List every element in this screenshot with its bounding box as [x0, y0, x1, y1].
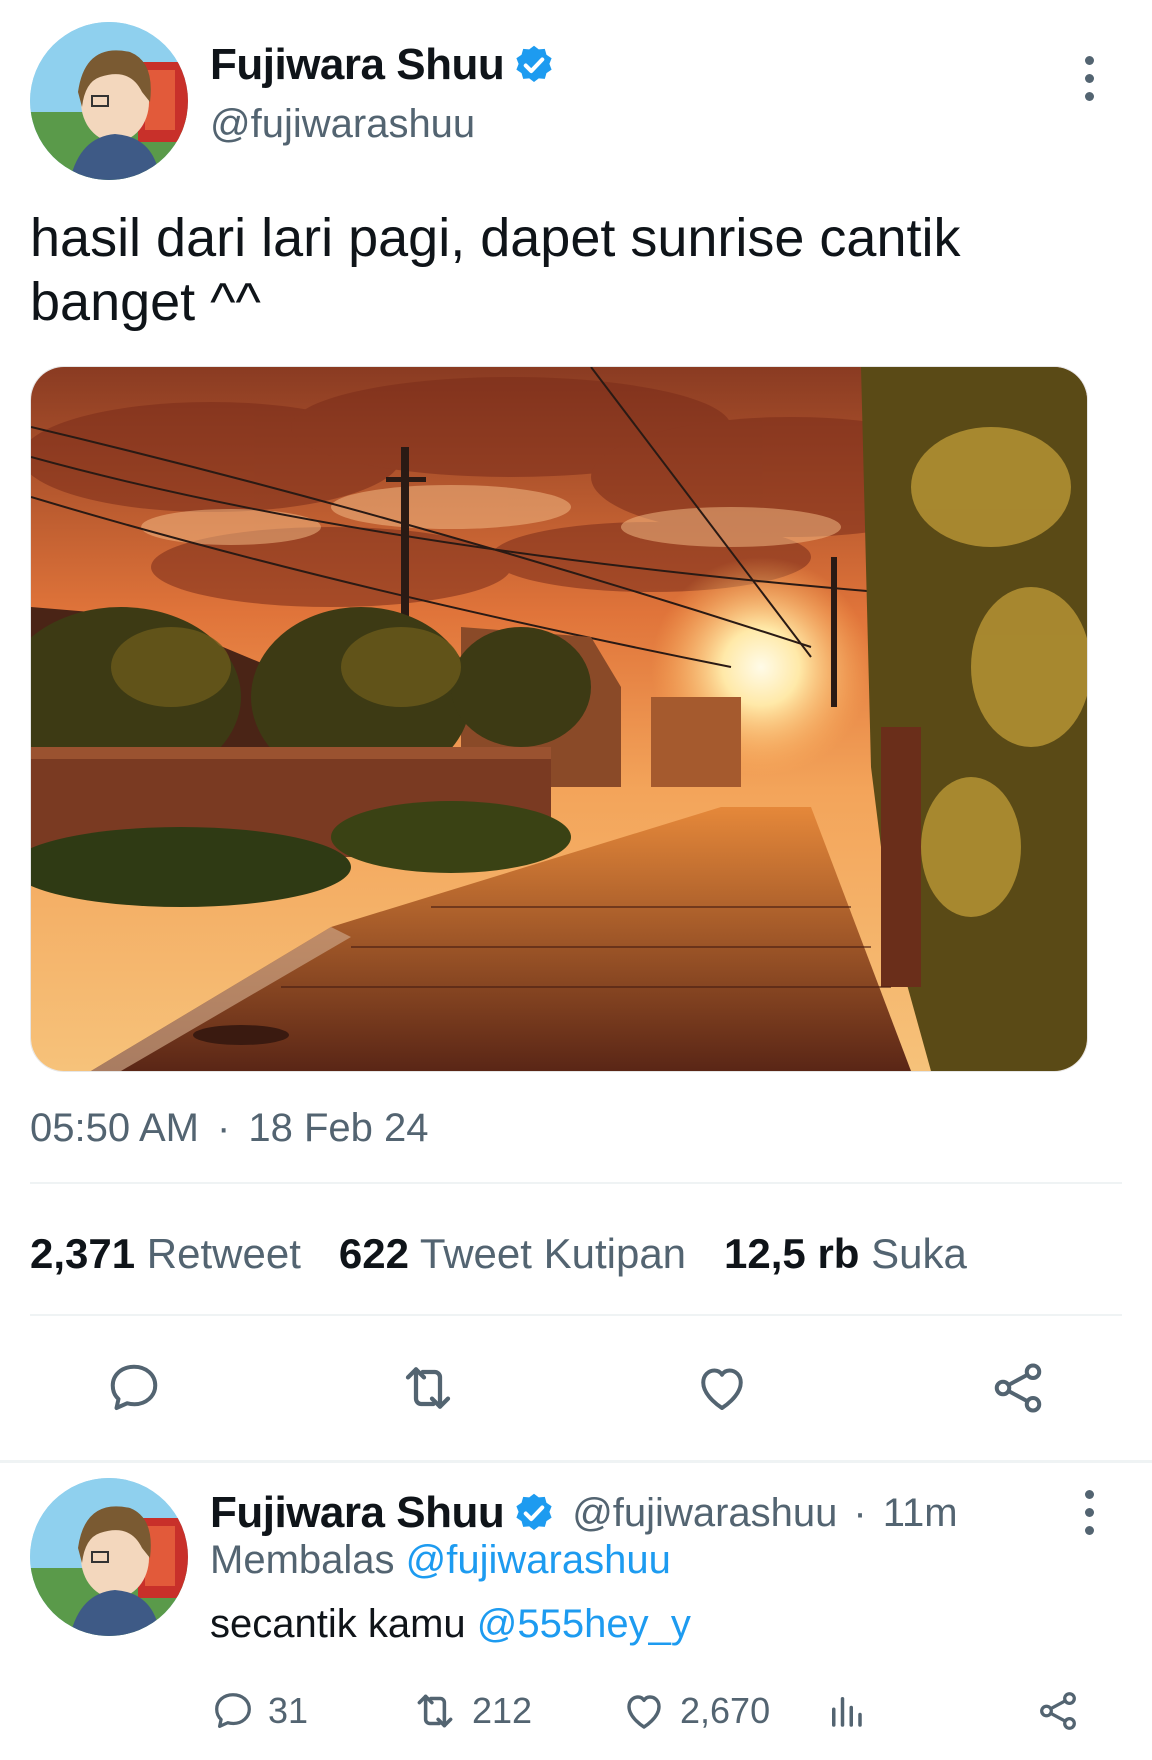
views-icon	[832, 1697, 862, 1727]
retweets-count: 2,371	[30, 1230, 136, 1277]
tweet-photo[interactable]	[30, 366, 1088, 1072]
reply-replies[interactable]: 31	[210, 1688, 410, 1734]
sunrise-street-photo	[31, 367, 1087, 1071]
likes-count: 12,5 rb	[724, 1230, 860, 1277]
tweet-text: hasil dari lari pagi, dapet sunrise cant…	[30, 208, 961, 332]
like-icon[interactable]	[690, 1356, 754, 1420]
tweet-stats: 2,371 Retweet 622 Tweet Kutipan 12,5 rb …	[30, 1230, 967, 1278]
retweet-icon	[417, 1694, 453, 1728]
tweet-time: 05:50 AM	[30, 1106, 200, 1150]
retweets-stat[interactable]: 2,371 Retweet	[30, 1230, 301, 1278]
quotes-count: 622	[338, 1230, 409, 1277]
avatar-illustration	[30, 1478, 188, 1636]
likes-stat[interactable]: 12,5 rb Suka	[724, 1230, 967, 1278]
more-options-icon[interactable]	[1082, 1490, 1096, 1535]
divider	[30, 1314, 1122, 1316]
tweet-date: 18 Feb 24	[248, 1106, 429, 1150]
reply-body: secantik kamu	[210, 1602, 466, 1646]
meta-separator: ·	[853, 1490, 867, 1535]
reply-action-bar: 31 212 2,670	[210, 1686, 1081, 1736]
reply-retweets-count: 212	[472, 1690, 533, 1731]
tweet-timestamp[interactable]: 05:50 AM · 18 Feb 24	[30, 1106, 428, 1151]
mention-link[interactable]: @555hey_y	[477, 1602, 691, 1646]
author-name[interactable]: Fujiwara Shuu	[210, 40, 505, 90]
reply-author-handle[interactable]: @fujiwarashuu	[572, 1491, 837, 1536]
reply-time-ago[interactable]: 11m	[883, 1491, 958, 1536]
replying-to-link[interactable]: @fujiwarashuu	[406, 1538, 671, 1582]
divider	[30, 1182, 1122, 1184]
author-handle[interactable]: @fujiwarashuu	[210, 102, 556, 147]
reply-views[interactable]	[825, 1690, 1035, 1732]
avatar-illustration	[30, 22, 188, 180]
verified-badge-icon	[516, 1493, 552, 1531]
quotes-stat[interactable]: 622 Tweet Kutipan	[339, 1230, 686, 1278]
section-divider	[0, 1460, 1152, 1463]
meta-separator: ·	[217, 1106, 231, 1150]
retweets-label: Retweet	[146, 1230, 301, 1277]
verified-badge-icon	[516, 45, 552, 83]
reply-author-avatar[interactable]	[30, 1478, 188, 1636]
author-avatar[interactable]	[30, 22, 188, 180]
reply-header: Fujiwara Shuu @fujiwarashuu · 11m	[210, 1488, 958, 1538]
reply-share[interactable]	[1035, 1688, 1081, 1734]
quotes-label: Tweet Kutipan	[419, 1230, 687, 1277]
likes-label: Suka	[871, 1230, 967, 1277]
share-icon	[1040, 1692, 1076, 1730]
reply-replies-count: 31	[268, 1690, 309, 1731]
like-icon	[627, 1695, 661, 1729]
reply-icon[interactable]	[102, 1356, 166, 1420]
reply-likes[interactable]: 2,670	[620, 1687, 825, 1735]
reply-text: secantik kamu @555hey_y	[210, 1602, 691, 1647]
reply-likes-count: 2,670	[680, 1690, 771, 1731]
reply-retweets[interactable]: 212	[410, 1686, 620, 1736]
retweet-icon[interactable]	[396, 1356, 460, 1420]
reply-icon	[215, 1693, 251, 1728]
author-block: Fujiwara Shuu @fujiwarashuu	[210, 40, 556, 147]
replying-to: Membalas @fujiwarashuu	[210, 1538, 671, 1583]
share-icon[interactable]	[986, 1356, 1050, 1420]
replying-label: Membalas	[210, 1538, 395, 1582]
reply-author-name[interactable]: Fujiwara Shuu	[210, 1488, 505, 1538]
more-options-icon[interactable]	[1082, 56, 1096, 101]
